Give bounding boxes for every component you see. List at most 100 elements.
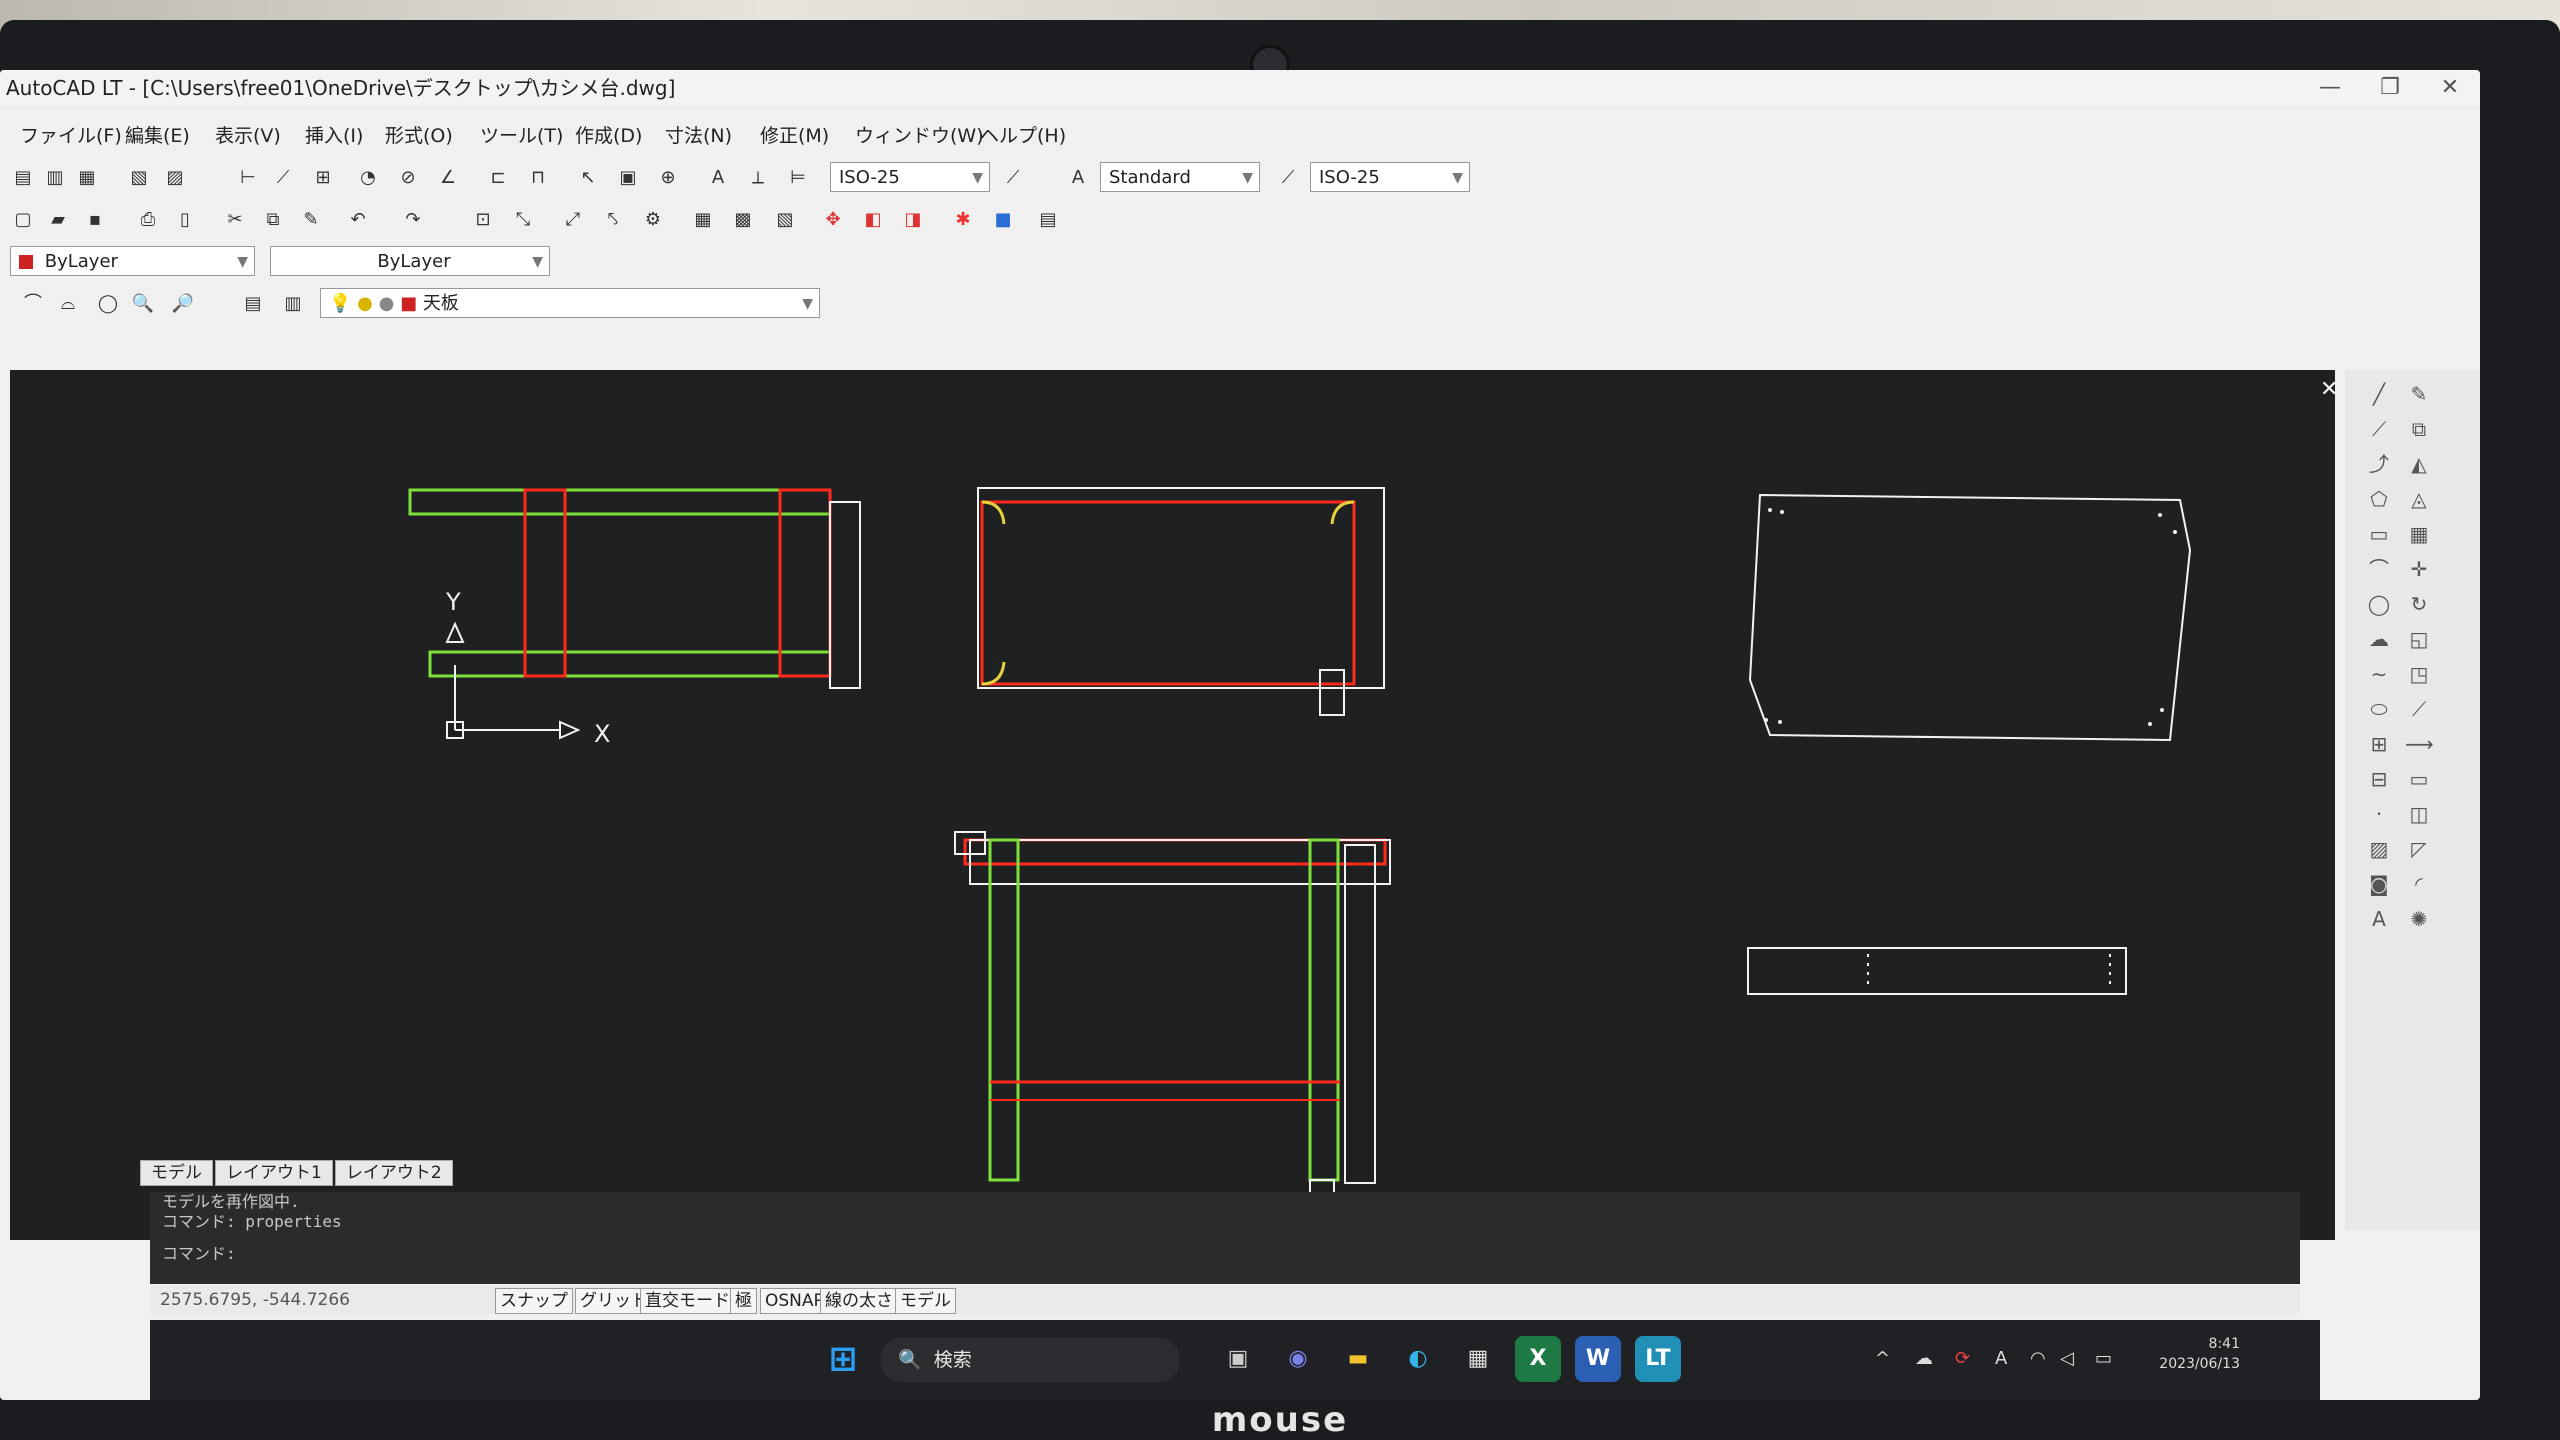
design-center-icon[interactable]: ⚙ — [640, 207, 666, 233]
menu-format[interactable]: 形式(O) — [385, 118, 453, 154]
dimension-update-icon[interactable]: ⊨ — [785, 165, 811, 191]
copy-icon[interactable]: ⧉ — [260, 207, 286, 233]
menu-dimension[interactable]: 寸法(N) — [665, 118, 732, 154]
sheet-set-icon[interactable]: ▧ — [772, 207, 798, 233]
chevron-up-icon[interactable]: ^ — [1875, 1348, 1890, 1369]
linear-dimension-icon[interactable]: ⊢ — [235, 165, 261, 191]
array-icon[interactable]: ▦ — [2405, 520, 2433, 548]
menu-window[interactable]: ウィンドウ(W) — [855, 118, 984, 154]
move-icon[interactable]: ✥ — [820, 207, 846, 233]
calculator-icon[interactable]: ▤ — [1035, 207, 1061, 233]
ordinate-dimension-icon[interactable]: ⊞ — [310, 165, 336, 191]
volume-icon[interactable]: ◁ — [2060, 1348, 2074, 1369]
rectangle-icon[interactable]: ▭ — [2365, 520, 2393, 548]
zoom-extents-icon[interactable]: 🔎 — [170, 291, 196, 317]
layer-manager-icon[interactable]: ▤ — [240, 291, 266, 317]
aligned-dimension-icon[interactable]: ⟋ — [270, 165, 296, 191]
arc-tool-icon[interactable]: ⌒ — [2365, 555, 2393, 583]
plot-preview-icon[interactable]: ▯ — [172, 207, 198, 233]
insert-block-icon[interactable]: ⊞ — [2365, 730, 2393, 758]
point-icon[interactable]: · — [2365, 800, 2393, 828]
edge-icon[interactable]: ◐ — [1395, 1336, 1441, 1382]
tool-palettes-icon[interactable]: ▩ — [730, 207, 756, 233]
word-icon[interactable]: W — [1575, 1336, 1621, 1382]
mirror-icon[interactable]: ◭ — [2405, 450, 2433, 478]
tab-model[interactable]: モデル — [140, 1160, 213, 1186]
menu-draw[interactable]: 作成(D) — [575, 118, 642, 154]
copy-object-icon[interactable]: ⧉ — [2405, 415, 2433, 443]
excel-icon[interactable]: X — [1515, 1336, 1561, 1382]
arc-3p-icon[interactable]: ⌓ — [55, 291, 81, 317]
command-prompt[interactable]: コマンド: — [150, 1244, 2300, 1264]
text-style-icon[interactable]: A — [1065, 165, 1091, 191]
dimension-style-manager-icon[interactable]: ⟋ — [1000, 165, 1026, 191]
model-toggle[interactable]: モデル — [895, 1288, 956, 1314]
baseline-dimension-icon[interactable]: ⊏ — [485, 165, 511, 191]
taskbar-search[interactable]: 🔍 検索 — [880, 1338, 1180, 1382]
radius-dimension-icon[interactable]: ◔ — [355, 165, 381, 191]
tolerance-icon[interactable]: ▣ — [615, 165, 641, 191]
menu-tools[interactable]: ツール(T) — [480, 118, 563, 154]
layer-state-icon[interactable]: ▥ — [42, 165, 68, 191]
redo-icon[interactable]: ↷ — [400, 207, 426, 233]
new-icon[interactable]: ▢ — [10, 207, 36, 233]
continue-dimension-icon[interactable]: ⊓ — [525, 165, 551, 191]
palette-close-icon[interactable]: ✕ — [2320, 377, 2338, 402]
layer-icon[interactable]: ▤ — [10, 165, 36, 191]
spline-icon[interactable]: ∼ — [2365, 660, 2393, 688]
circle-tool-icon[interactable]: ◯ — [2365, 590, 2393, 618]
file-explorer-icon[interactable]: ▬ — [1335, 1336, 1381, 1382]
print-icon[interactable]: ⎙ — [135, 207, 161, 233]
ellipse-icon[interactable]: ⬭ — [2365, 695, 2393, 723]
linetype-select[interactable]: ByLayer ▼ — [270, 246, 550, 276]
ortho-toggle[interactable]: 直交モード — [640, 1288, 735, 1314]
offset-icon[interactable]: ◬ — [2405, 485, 2433, 513]
chamfer-icon[interactable]: ◸ — [2405, 835, 2433, 863]
circle-icon[interactable]: ◯ — [95, 291, 121, 317]
join-icon[interactable]: ◫ — [2405, 800, 2433, 828]
diameter-dimension-icon[interactable]: ⊘ — [395, 165, 421, 191]
zoom-window-icon[interactable]: ⤢ — [560, 207, 586, 233]
drawing-svg[interactable]: X Y ✕ — [10, 370, 2338, 1240]
wifi-icon[interactable]: ◠ — [2030, 1348, 2046, 1369]
tab-layout1[interactable]: レイアウト1 — [215, 1160, 333, 1186]
erase-icon[interactable]: ✎ — [2405, 380, 2433, 408]
open-icon[interactable]: ▰ — [45, 207, 71, 233]
polyline-icon[interactable]: ⤴ — [2365, 450, 2393, 478]
leader-icon[interactable]: ↖ — [575, 165, 601, 191]
stretch-icon[interactable]: ◳ — [2405, 660, 2433, 688]
properties-icon[interactable]: ▦ — [690, 207, 716, 233]
menu-help[interactable]: ヘルプ(H) — [980, 118, 1066, 154]
ime-icon[interactable]: A — [1995, 1348, 2007, 1369]
snap-toggle[interactable]: スナップ — [495, 1288, 573, 1314]
layer-properties-icon[interactable]: ▥ — [280, 291, 306, 317]
zoom-icon[interactable]: ⤡ — [510, 207, 536, 233]
match-layer-icon[interactable]: ▧ — [126, 165, 152, 191]
scale-icon[interactable]: ◱ — [2405, 625, 2433, 653]
teams-icon[interactable]: ◉ — [1275, 1336, 1321, 1382]
minimize-button[interactable]: — — [2300, 70, 2360, 106]
dimension-edit-icon[interactable]: A — [705, 165, 731, 191]
rotate-icon[interactable]: ↻ — [2405, 590, 2433, 618]
undo-icon[interactable]: ↶ — [345, 207, 371, 233]
zoom-previous-icon[interactable]: ⤣ — [600, 207, 626, 233]
pan-icon[interactable]: ⊡ — [470, 207, 496, 233]
text-style-select[interactable]: Standard ▼ — [1100, 162, 1260, 192]
restore-button[interactable]: ❐ — [2360, 70, 2420, 106]
store-icon[interactable]: ▦ — [1455, 1336, 1501, 1382]
explode-tool-icon[interactable]: ✺ — [2405, 905, 2433, 933]
menu-view[interactable]: 表示(V) — [215, 118, 281, 154]
arc-icon[interactable]: ⌒ — [20, 291, 46, 317]
revision-cloud-icon[interactable]: ☁ — [2365, 625, 2393, 653]
clock[interactable]: 8:41 2023/06/13 — [2159, 1334, 2240, 1374]
move-tool-icon[interactable]: ✛ — [2405, 555, 2433, 583]
line-icon[interactable]: ╱ — [2365, 380, 2393, 408]
off-icon[interactable]: ◨ — [900, 207, 926, 233]
layer-isolate-icon[interactable]: ▨ — [162, 165, 188, 191]
region-icon[interactable]: ◙ — [2365, 870, 2393, 898]
cut-icon[interactable]: ✂ — [222, 207, 248, 233]
menu-file[interactable]: ファイル(F) — [20, 118, 122, 154]
osnap-toggle[interactable]: OSNAP — [760, 1288, 829, 1314]
sync-icon[interactable]: ⟳ — [1955, 1348, 1970, 1369]
lineweight-toggle[interactable]: 線の太さ — [820, 1288, 898, 1314]
